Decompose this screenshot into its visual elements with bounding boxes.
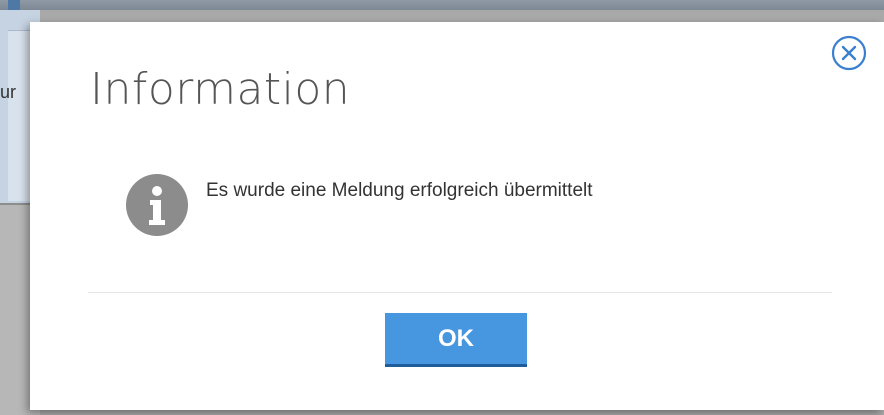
dialog-separator xyxy=(88,292,832,293)
background-partial-text: ur xyxy=(0,82,17,102)
close-icon xyxy=(831,35,867,71)
ok-button[interactable]: OK xyxy=(385,313,527,367)
info-icon xyxy=(126,174,188,236)
dialog-title: Information xyxy=(90,64,351,115)
dialog-message: Es wurde eine Meldung erfolgreich übermi… xyxy=(206,180,593,201)
close-button[interactable] xyxy=(831,35,867,71)
information-dialog: Information Es wurde eine Meldung erfolg… xyxy=(30,22,884,410)
background-app-header xyxy=(0,0,884,10)
